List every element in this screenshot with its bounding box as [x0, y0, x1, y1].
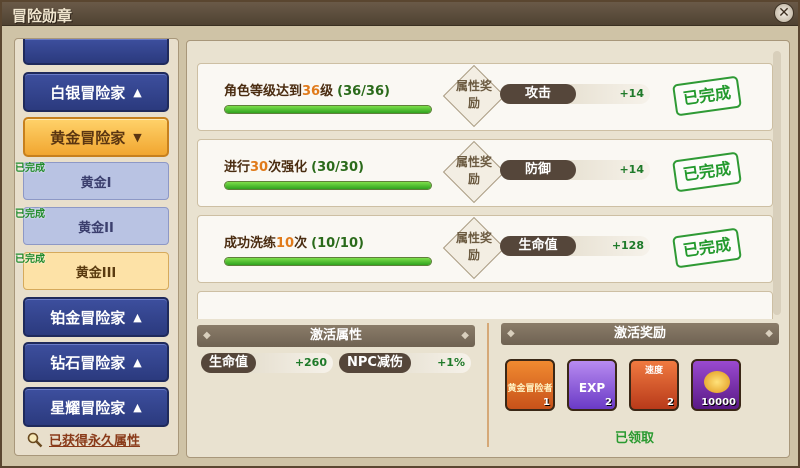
progress-fill — [225, 182, 431, 189]
task-list: 角色等级达到36级 (36/36) 属性奖励 攻击 +14 已完成 进行30次强化… — [197, 49, 777, 319]
sidebar-item-label: 白银冒险家 — [50, 83, 126, 102]
window-title: 冒险勋章 — [12, 7, 73, 25]
progress-bar — [224, 257, 432, 266]
sidebar-item-label: 星耀冒险家 — [50, 398, 126, 417]
task-row: 角色等级达到36级 (36/36) 属性奖励 攻击 +14 已完成 — [197, 63, 773, 131]
sidebar: 白银冒险家 ▲ 黄金冒险家 ▼ 黄金I 已完成 黄金II 已完成 黄金III 已… — [14, 38, 179, 456]
adventure-medal-window: 冒险勋章 ✕ 白银冒险家 ▲ 黄金冒险家 ▼ 黄金I 已完成 黄金II 已完成 … — [0, 0, 800, 468]
sidebar-item-platinum[interactable]: 铂金冒险家 ▲ — [23, 297, 169, 337]
reward-label: 属性奖励 — [455, 155, 492, 186]
reward-count: 2 — [605, 397, 612, 408]
progress-fill — [225, 106, 431, 113]
attribute-value: +1% — [437, 356, 465, 369]
reward-attribute: 生命值 +128 — [500, 236, 650, 256]
sidebar-item-top-cut[interactable] — [23, 39, 169, 65]
reward-item[interactable]: 10000 — [691, 359, 741, 411]
close-icon[interactable]: ✕ — [774, 3, 794, 23]
speed-label: 速度 — [644, 366, 663, 376]
sub-item-label: 黄金III — [75, 265, 117, 281]
completed-stamp: 已完成 — [672, 151, 742, 193]
activation-attribute: 生命值 +260 — [201, 353, 333, 373]
sidebar-item-label: 钻石冒险家 — [50, 353, 126, 372]
sidebar-item-diamond[interactable]: 钻石冒险家 ▲ — [23, 342, 169, 382]
sub-item-label: 黄金II — [78, 220, 114, 236]
task-description: 进行30次强化 (30/30) — [224, 160, 364, 175]
task-row-partial — [197, 291, 773, 319]
chevron-down-icon: ▼ — [133, 130, 142, 144]
task-description: 角色等级达到36级 (36/36) — [224, 84, 390, 99]
completed-stamp: 已完成 — [672, 75, 742, 117]
chevron-up-icon: ▲ — [133, 355, 142, 369]
attribute-name: 防御 — [500, 160, 576, 180]
reward-item[interactable]: EXP 2 — [567, 359, 617, 411]
task-row: 进行30次强化 (30/30) 属性奖励 防御 +14 已完成 — [197, 139, 773, 207]
task-description: 成功洗练10次 (10/10) — [224, 236, 364, 251]
permanent-attributes-label: 已获得永久属性 — [49, 434, 141, 449]
task-row: 成功洗练10次 (10/10) 属性奖励 生命值 +128 已完成 — [197, 215, 773, 283]
reward-item[interactable]: 黄金冒险者 1 — [505, 359, 555, 411]
main-panel: 角色等级达到36级 (36/36) 属性奖励 攻击 +14 已完成 进行30次强化… — [186, 40, 790, 458]
chevron-up-icon: ▲ — [133, 310, 142, 324]
reward-count: 1 — [543, 397, 550, 408]
attribute-value: +14 — [619, 87, 644, 100]
activation-attribute: NPC减伤 +1% — [339, 353, 471, 373]
chevron-up-icon: ▲ — [133, 400, 142, 414]
progress-bar — [224, 105, 432, 114]
reward-label: 属性奖励 — [455, 79, 492, 110]
exp-icon: EXP — [578, 381, 606, 395]
sidebar-item-label: 黄金冒险家 — [50, 128, 126, 147]
reward-attribute: 攻击 +14 — [500, 84, 650, 104]
completed-stamp: 已完成 — [672, 227, 742, 269]
reward-attribute: 防御 +14 — [500, 160, 650, 180]
sidebar-item-gold[interactable]: 黄金冒险家 ▼ — [23, 117, 169, 157]
reward-item[interactable]: 速度 2 — [629, 359, 679, 411]
attribute-name: 攻击 — [500, 84, 576, 104]
attribute-name: 生命值 — [201, 353, 257, 373]
activation-attributes-header: 激活属性 — [197, 325, 475, 347]
reward-label: 黄金冒险者 — [507, 384, 553, 394]
magnifier-icon — [27, 432, 43, 448]
completed-badge: 已完成 — [15, 254, 45, 265]
sidebar-item-starglory[interactable]: 星耀冒险家 ▲ — [23, 387, 169, 427]
attribute-value: +128 — [611, 239, 644, 252]
reward-label: 属性奖励 — [455, 231, 492, 262]
attribute-value: +14 — [619, 163, 644, 176]
chevron-up-icon: ▲ — [133, 85, 142, 99]
task-scrollbar[interactable] — [773, 51, 781, 315]
activation-rewards-header: 激活奖励 — [501, 323, 779, 345]
sidebar-item-label: 铂金冒险家 — [50, 308, 126, 327]
section-divider — [487, 323, 489, 447]
permanent-attributes-link[interactable]: 已获得永久属性 — [27, 430, 140, 449]
attribute-name: 生命值 — [500, 236, 576, 256]
progress-bar — [224, 181, 432, 190]
reward-count: 10000 — [701, 397, 736, 408]
progress-fill — [225, 258, 431, 265]
claimed-status: 已领取 — [615, 431, 655, 446]
sidebar-item-silver[interactable]: 白银冒险家 ▲ — [23, 72, 169, 112]
sub-item-label: 黄金I — [80, 175, 112, 191]
reward-count: 2 — [667, 397, 674, 408]
title-bar: 冒险勋章 ✕ — [2, 2, 798, 26]
attribute-name: NPC减伤 — [339, 353, 411, 373]
attribute-value: +260 — [294, 356, 327, 369]
gold-coins-icon — [704, 371, 730, 393]
completed-badge: 已完成 — [15, 209, 45, 220]
completed-badge: 已完成 — [15, 163, 45, 174]
